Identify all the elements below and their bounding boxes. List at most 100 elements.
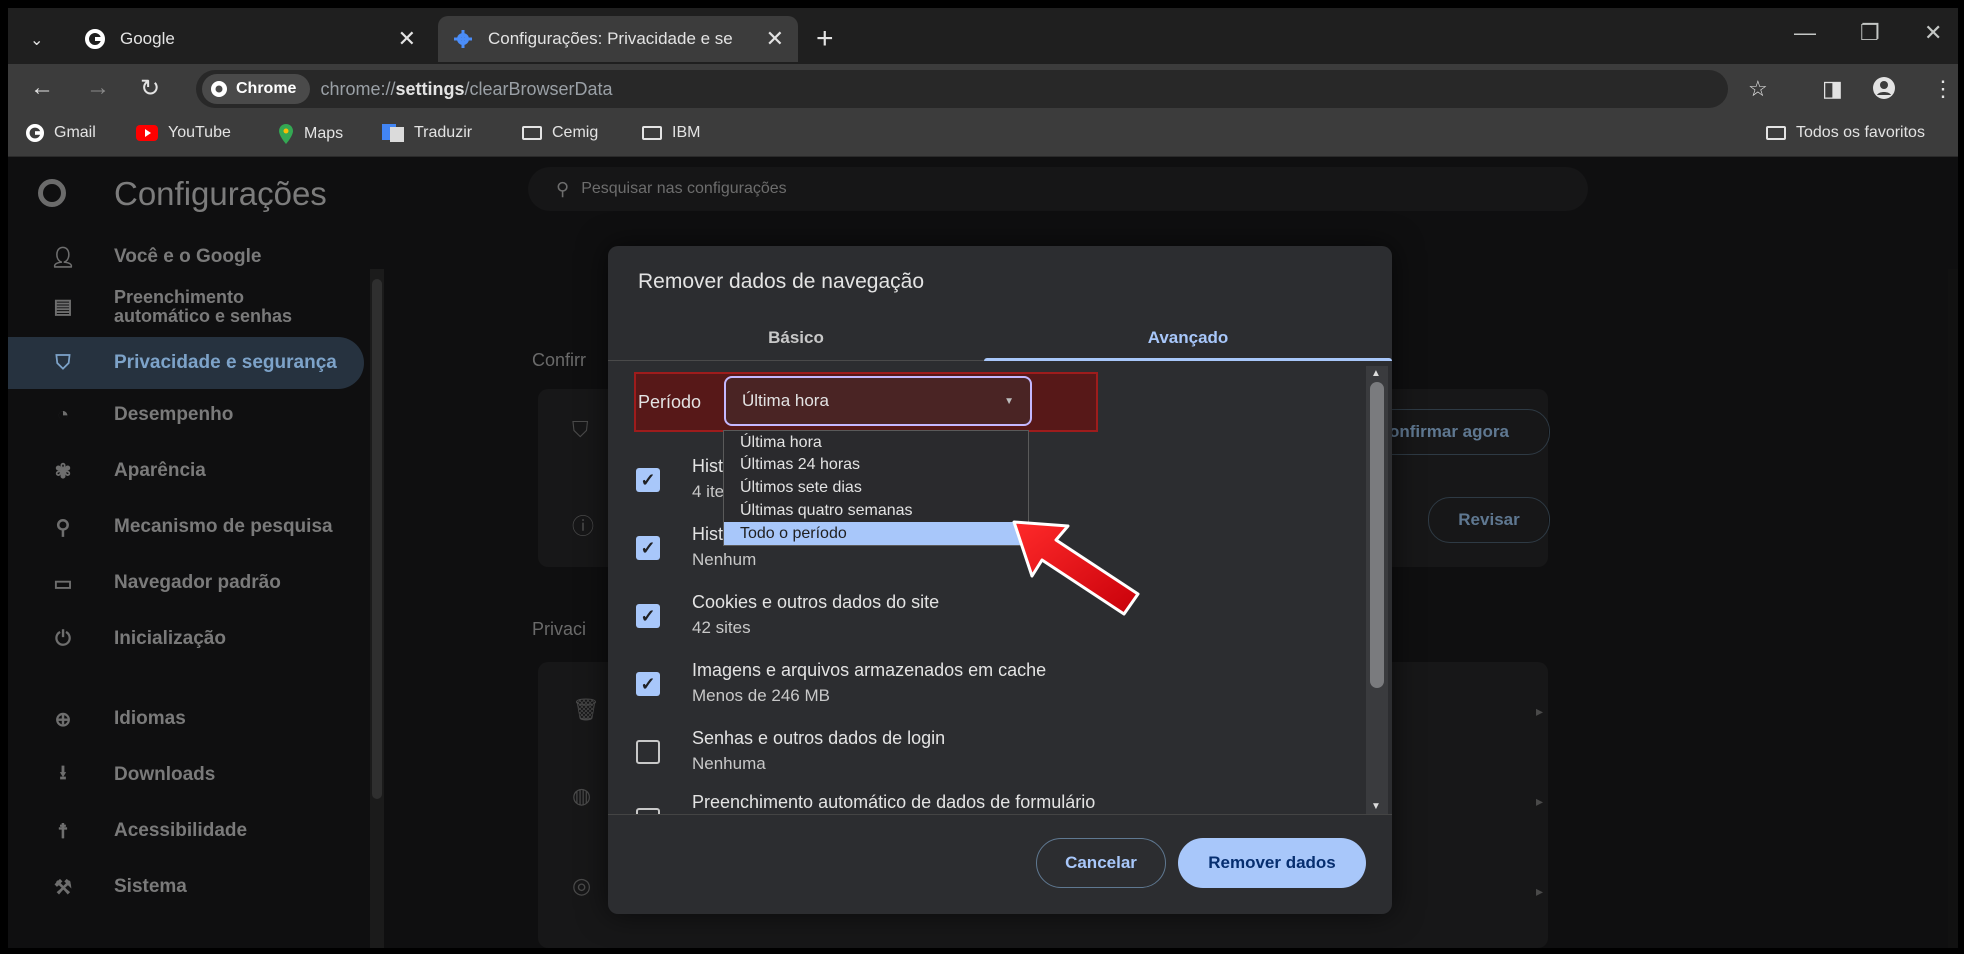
period-select[interactable]: Última hora ▼ bbox=[724, 376, 1032, 426]
chrome-icon bbox=[210, 80, 228, 98]
chevron-right-icon: ▸ bbox=[1536, 703, 1544, 719]
clear-browsing-data-dialog: Remover dados de navegação Básico Avança… bbox=[608, 246, 1392, 914]
cancel-button[interactable]: Cancelar bbox=[1036, 838, 1166, 888]
checkbox-checked-icon[interactable]: ✓ bbox=[636, 672, 660, 696]
google-icon bbox=[26, 124, 44, 142]
bookmark-cemig[interactable]: Cemig bbox=[522, 124, 598, 142]
checkbox-checked-icon[interactable]: ✓ bbox=[636, 468, 660, 492]
bookmark-maps[interactable]: Maps bbox=[278, 124, 343, 144]
sidebar-item-downloads[interactable]: ⭳ Downloads bbox=[8, 749, 364, 801]
minimize-icon[interactable]: — bbox=[1794, 20, 1816, 46]
sidebar-item-default-browser[interactable]: ▭ Navegador padrão bbox=[8, 557, 364, 609]
new-tab-icon[interactable]: + bbox=[816, 22, 834, 56]
option-all-time[interactable]: Todo o período bbox=[724, 522, 1028, 545]
download-icon: ⭳ bbox=[59, 762, 67, 784]
scroll-thumb[interactable] bbox=[1370, 382, 1384, 688]
option-last-7-days[interactable]: Últimos sete dias bbox=[724, 476, 1028, 499]
forward-arrow-icon[interactable]: → bbox=[86, 74, 110, 102]
bookmark-ibm[interactable]: IBM bbox=[642, 124, 700, 142]
checkbox-checked-icon[interactable]: ✓ bbox=[636, 604, 660, 628]
close-window-icon[interactable]: ✕ bbox=[1924, 20, 1942, 46]
back-arrow-icon[interactable]: ← bbox=[30, 74, 54, 102]
power-icon: ⏻ bbox=[55, 627, 71, 650]
dialog-divider bbox=[608, 814, 1392, 815]
scroll-down-icon[interactable]: ▼ bbox=[1371, 801, 1381, 812]
section-label-safety: Confirr bbox=[532, 350, 587, 370]
folder-icon bbox=[642, 126, 662, 140]
tab-google[interactable]: Google ✕ bbox=[70, 16, 430, 62]
google-icon bbox=[84, 28, 106, 50]
kebab-menu-icon[interactable]: ⋮ bbox=[1932, 76, 1954, 102]
shield-icon: ⛉ bbox=[55, 351, 71, 374]
checkbox-unchecked-icon[interactable] bbox=[636, 740, 660, 764]
search-icon: ⚲ bbox=[55, 516, 71, 539]
address-bar[interactable]: Chrome chrome://settings/clearBrowserDat… bbox=[196, 70, 1728, 108]
period-dropdown-list: Última hora Últimas 24 horas Últimos set… bbox=[723, 430, 1029, 546]
bookmark-youtube[interactable]: YouTube bbox=[136, 124, 231, 142]
tab-advanced[interactable]: Avançado bbox=[984, 316, 1392, 361]
shield-check-icon: ⛉ bbox=[572, 417, 589, 442]
target-icon: ◎ bbox=[572, 873, 592, 898]
settings-header: Configurações ⚲ Pesquisar nas configuraç… bbox=[8, 157, 1958, 227]
search-icon: ⚲ bbox=[556, 178, 570, 199]
sidebar-item-startup[interactable]: ⏻ Inicialização bbox=[8, 613, 364, 665]
sidebar-item-search-engine[interactable]: ⚲ Mecanismo de pesquisa bbox=[8, 501, 364, 553]
cookie-icon: ◍ bbox=[572, 783, 592, 808]
restore-icon[interactable]: ❐ bbox=[1860, 20, 1880, 46]
sidebar-scrollbar[interactable] bbox=[370, 269, 384, 948]
folder-icon bbox=[522, 126, 542, 140]
url-text: chrome://settings/clearBrowserData bbox=[320, 78, 613, 99]
settings-search-input[interactable]: ⚲ Pesquisar nas configurações bbox=[528, 167, 1588, 211]
tab-basic[interactable]: Básico bbox=[608, 316, 984, 360]
page-scrollbar[interactable] bbox=[1948, 269, 1958, 948]
sidebar-item-autofill[interactable]: ▤ Preenchimento automático e senhas bbox=[8, 277, 364, 337]
sidebar-item-privacy[interactable]: ⛉ Privacidade e segurança bbox=[8, 337, 364, 389]
tab-settings[interactable]: Configurações: Privacidade e se ✕ bbox=[438, 16, 798, 62]
dialog-scrollbar[interactable]: ▲ ▼ bbox=[1366, 366, 1388, 814]
remove-data-button[interactable]: Remover dados bbox=[1178, 838, 1366, 888]
sidebar-item-performance[interactable]: ◔ Desempenho bbox=[8, 389, 364, 441]
sidebar-item-you-and-google[interactable]: 👤︎ Você e o Google bbox=[8, 231, 364, 283]
palette-icon: ✾ bbox=[54, 460, 72, 483]
chrome-chip[interactable]: Chrome bbox=[202, 74, 311, 104]
red-arrow-annotation bbox=[1012, 520, 1140, 616]
maps-icon bbox=[278, 124, 294, 144]
sidebar-item-accessibility[interactable]: ☨ Acessibilidade bbox=[8, 805, 364, 857]
clipboard-icon: ▤ bbox=[53, 295, 73, 318]
tab-strip: ⌄ Google ✕ Configurações: Privacidade e … bbox=[8, 8, 1958, 64]
section-label-privacy: Privaci bbox=[532, 619, 587, 639]
person-icon: 👤︎ bbox=[50, 246, 76, 269]
chrome-logo-icon bbox=[38, 179, 66, 207]
chevron-right-icon: ▸ bbox=[1536, 793, 1544, 809]
option-last-hour[interactable]: Última hora bbox=[724, 431, 1028, 454]
reload-icon[interactable]: ↻ bbox=[140, 74, 160, 103]
tab-title: Google bbox=[120, 29, 175, 48]
close-tab-icon[interactable]: ✕ bbox=[398, 26, 416, 52]
accessibility-icon: ☨ bbox=[57, 820, 69, 843]
bookmark-star-icon[interactable]: ☆ bbox=[1748, 76, 1768, 102]
speedometer-icon: ◔ bbox=[56, 403, 70, 426]
sidebar-item-languages[interactable]: ⊕ Idiomas bbox=[8, 693, 364, 745]
dialog-title: Remover dados de navegação bbox=[638, 270, 925, 293]
folder-icon bbox=[1766, 126, 1786, 140]
scroll-up-icon[interactable]: ▲ bbox=[1371, 368, 1381, 379]
sidebar-item-system[interactable]: ⚒ Sistema bbox=[8, 861, 364, 913]
sidebar-item-appearance[interactable]: ✾ Aparência bbox=[8, 445, 364, 497]
side-panel-icon[interactable]: ◨ bbox=[1822, 76, 1843, 102]
close-tab-icon[interactable]: ✕ bbox=[766, 26, 784, 52]
all-bookmarks[interactable]: Todos os favoritos bbox=[1766, 124, 1925, 142]
list-item-autofill[interactable]: Preenchimento automático de dados de for… bbox=[608, 786, 1348, 814]
option-last-24-hours[interactable]: Últimas 24 horas bbox=[724, 453, 1028, 476]
chrome-chip-label: Chrome bbox=[236, 80, 297, 97]
wrench-icon: ⚒ bbox=[54, 876, 72, 899]
tab-search-chevron-icon[interactable]: ⌄ bbox=[30, 30, 43, 50]
bookmark-gmail[interactable]: Gmail bbox=[26, 124, 96, 142]
toolbar: ← → ↻ Chrome chrome://settings/clearBrow… bbox=[8, 64, 1958, 114]
option-last-4-weeks[interactable]: Últimas quatro semanas bbox=[724, 499, 1028, 522]
page-title: Configurações bbox=[114, 175, 327, 212]
checkbox-checked-icon[interactable]: ✓ bbox=[636, 536, 660, 560]
review-button[interactable]: Revisar bbox=[1428, 497, 1550, 543]
profile-avatar-icon[interactable] bbox=[1872, 76, 1896, 106]
chevron-right-icon: ▸ bbox=[1536, 883, 1544, 899]
bookmark-translate[interactable]: Traduzir bbox=[382, 124, 472, 142]
